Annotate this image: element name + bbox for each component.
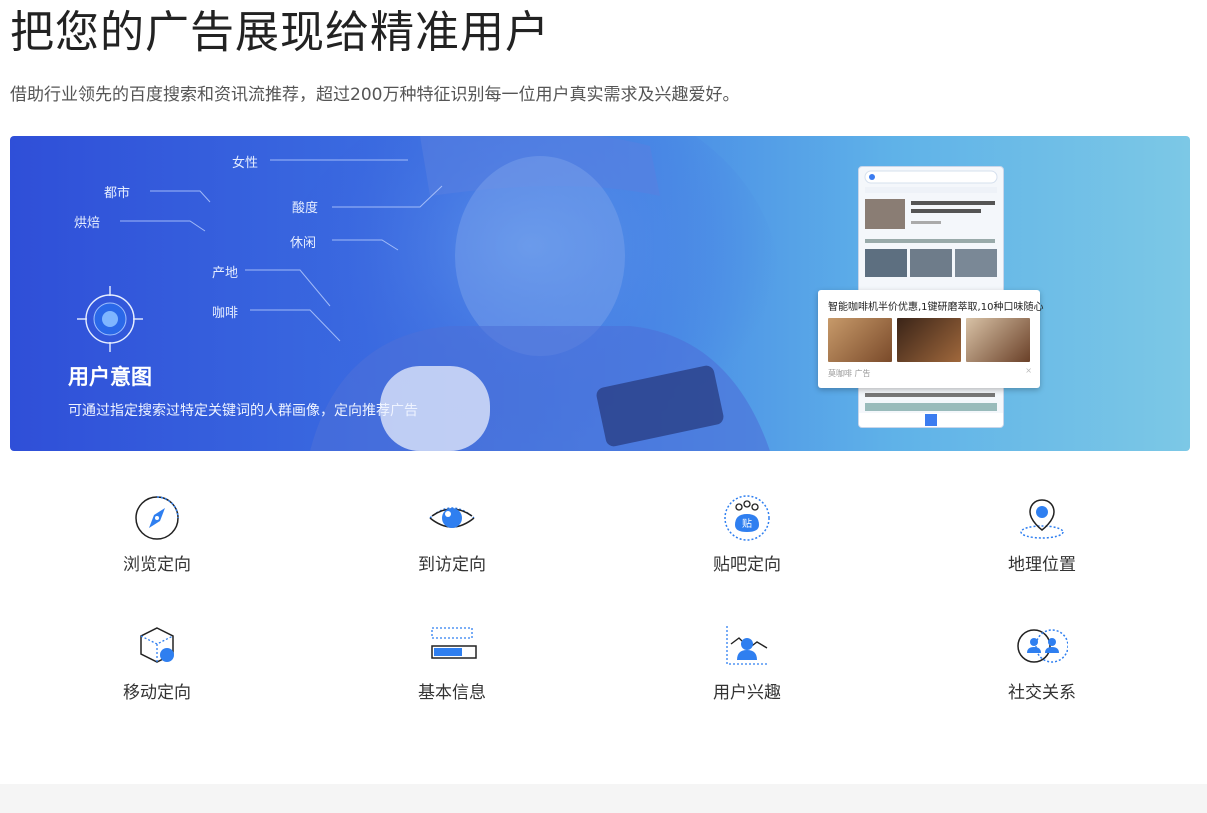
ad-title[interactable]: 智能咖啡机半价优惠,1键研磨萃取,10种口味随心: [828, 298, 1043, 313]
page-title: 把您的广告展现给精准用户: [10, 7, 550, 58]
svg-text:贴: 贴: [742, 517, 752, 530]
keyword-tag: 烘焙: [74, 215, 101, 230]
close-icon[interactable]: ×: [1025, 366, 1032, 375]
intent-description: 可通过指定搜索过特定关键词的人群画像，定向推荐广告: [68, 403, 418, 419]
feature-mobile-targeting[interactable]: 移动定向: [77, 620, 237, 703]
intent-target-icon: [77, 286, 143, 352]
intent-title: 用户意图: [68, 365, 152, 389]
compass-icon: [135, 496, 179, 540]
feature-label: 浏览定向: [123, 555, 191, 575]
feature-label: 地理位置: [1008, 555, 1076, 575]
keyword-tag: 休闲: [290, 235, 317, 250]
feature-label: 基本信息: [418, 683, 486, 703]
keyword-tag: 咖啡: [212, 305, 239, 320]
latte-image: [966, 318, 1030, 362]
tieba-paw-icon: 贴: [724, 495, 770, 541]
feature-user-interest[interactable]: 用户兴趣: [667, 620, 827, 703]
feature-label: 用户兴趣: [713, 683, 781, 703]
keyword-tag: 产地: [212, 265, 239, 280]
feature-label: 贴吧定向: [713, 555, 781, 575]
feature-geo-location[interactable]: 地理位置: [962, 492, 1122, 575]
feature-browse-targeting[interactable]: 浏览定向: [77, 492, 237, 575]
social-users-icon: [1017, 629, 1068, 663]
feature-label: 移动定向: [123, 683, 191, 703]
feature-label: 社交关系: [1008, 683, 1076, 703]
keyword-tag: 女性: [232, 155, 259, 170]
user-chart-icon: [726, 626, 769, 665]
feature-tieba-targeting[interactable]: 贴 贴吧定向: [667, 492, 827, 575]
cube-icon: [140, 627, 174, 663]
page-subtitle: 借助行业领先的百度搜索和资讯流推荐，超过200万种特征识别每一位用户真实需求及兴…: [10, 85, 740, 105]
feature-basic-info[interactable]: 基本信息: [372, 620, 532, 703]
ad-card[interactable]: 智能咖啡机半价优惠,1键研磨萃取,10种口味随心 莫咖啡 广告 ×: [818, 290, 1043, 388]
ad-source-label: 莫咖啡 广告: [828, 369, 871, 378]
footer-band: [0, 784, 1207, 813]
keyword-tag: 都市: [104, 185, 131, 200]
feature-visit-targeting[interactable]: 到访定向: [372, 492, 532, 575]
feature-social-relation[interactable]: 社交关系: [962, 620, 1122, 703]
user-intent-banner: 女性 都市 烘焙 酸度 休闲 产地 咖啡 用户意图 可通过指定搜索过特定关键词的…: [10, 136, 1190, 451]
coffee-beans-image: [828, 318, 892, 362]
location-pin-icon: [1020, 499, 1064, 539]
feature-label: 到访定向: [418, 555, 486, 575]
eye-icon: [429, 507, 475, 528]
keyword-tag: 酸度: [292, 200, 319, 215]
coffee-cup-image: [897, 318, 961, 362]
progress-bar-icon: [431, 627, 477, 659]
